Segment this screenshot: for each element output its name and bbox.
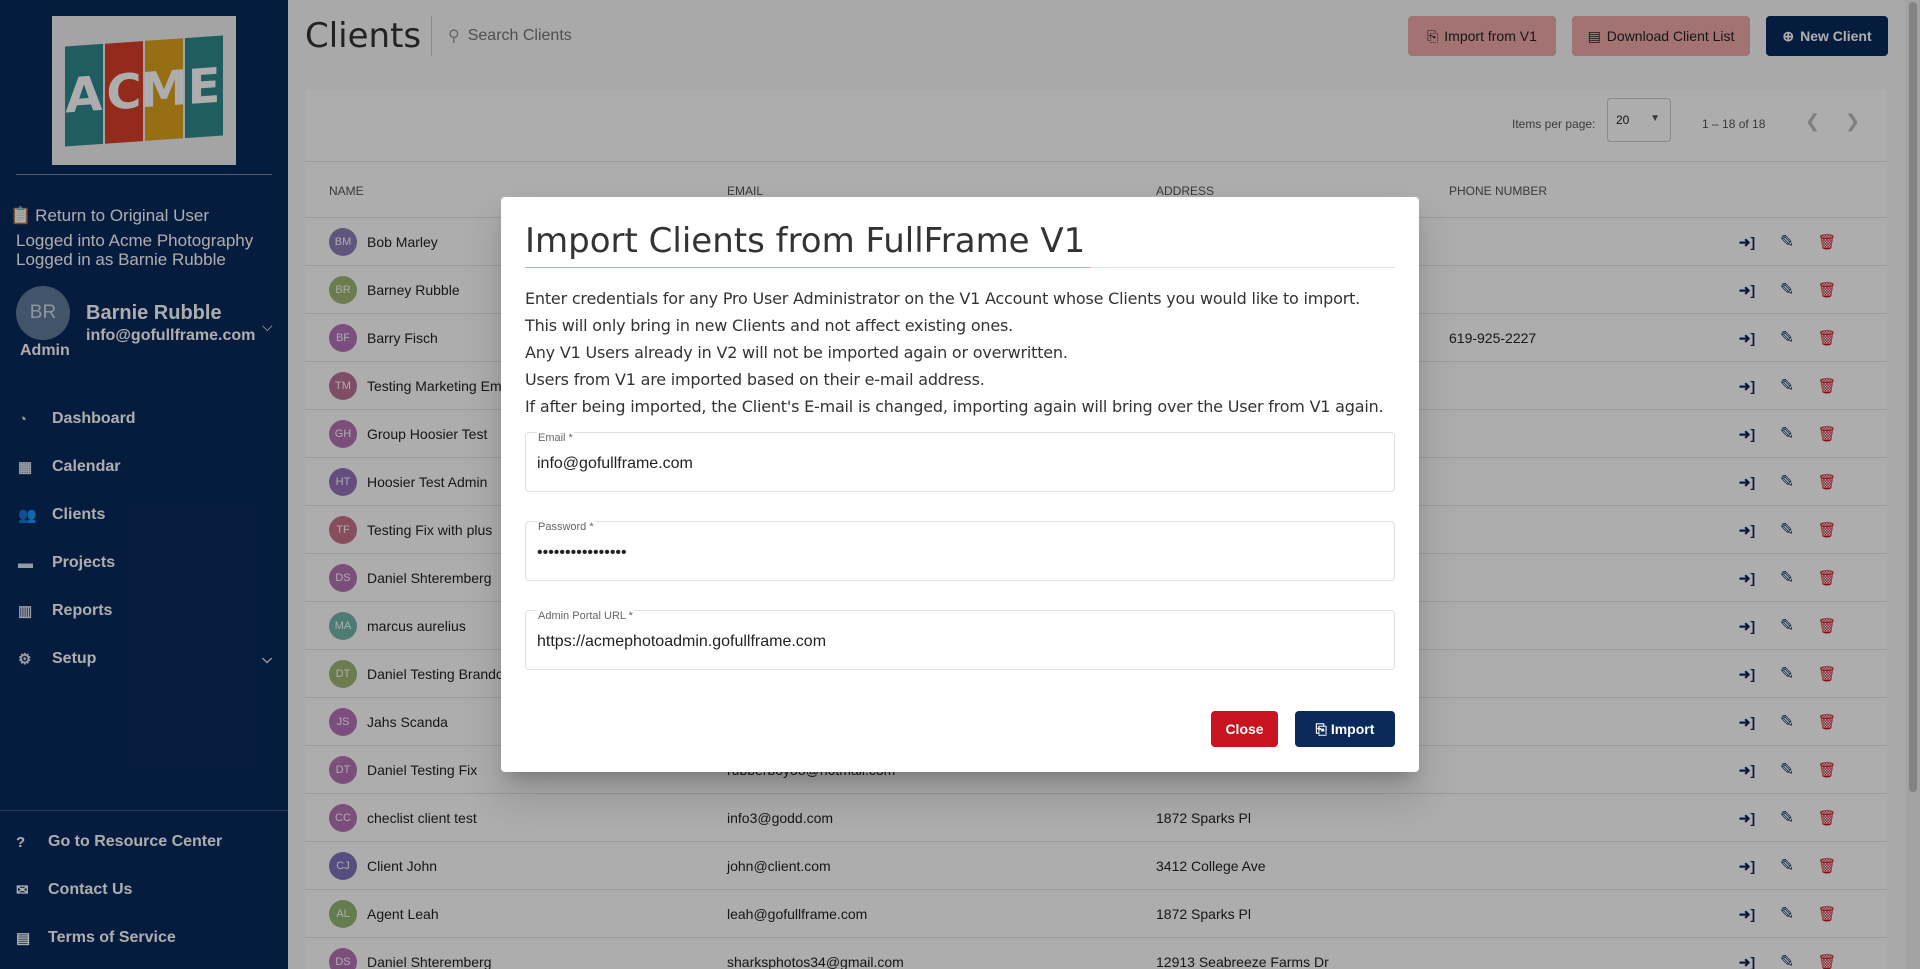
import-clients-dialog: Import Clients from FullFrame V1 Enter c… [501,197,1419,772]
admin-portal-url-input[interactable] [537,633,1377,651]
email-label: Email * [537,432,574,444]
instruction-line: Users from V1 are imported based on thei… [525,370,985,389]
instruction-line: Any V1 Users already in V2 will not be i… [525,343,1068,362]
instruction-line: This will only bring in new Clients and … [525,316,1014,335]
dialog-title: Import Clients from FullFrame V1 [525,221,1086,261]
instruction-line: Enter credentials for any Pro User Admin… [525,289,1361,308]
password-field: Password * [525,521,1395,581]
dialog-title-underline [525,267,1395,268]
import-button-label: Import [1330,721,1375,737]
email-input[interactable] [537,455,1377,473]
password-input[interactable] [537,544,1377,562]
close-button[interactable]: Close [1211,711,1278,747]
admin-portal-url-field: Admin Portal URL * [525,610,1395,670]
admin-portal-url-label: Admin Portal URL * [537,610,634,622]
instruction-line: If after being imported, the Client's E-… [525,397,1384,416]
password-label: Password * [537,521,595,533]
email-field: Email * [525,432,1395,492]
dialog-instructions: Enter credentials for any Pro User Admin… [525,285,1405,420]
import-button[interactable]: ⎘ Import [1295,711,1395,747]
file-import-icon: ⎘ [1315,720,1327,737]
